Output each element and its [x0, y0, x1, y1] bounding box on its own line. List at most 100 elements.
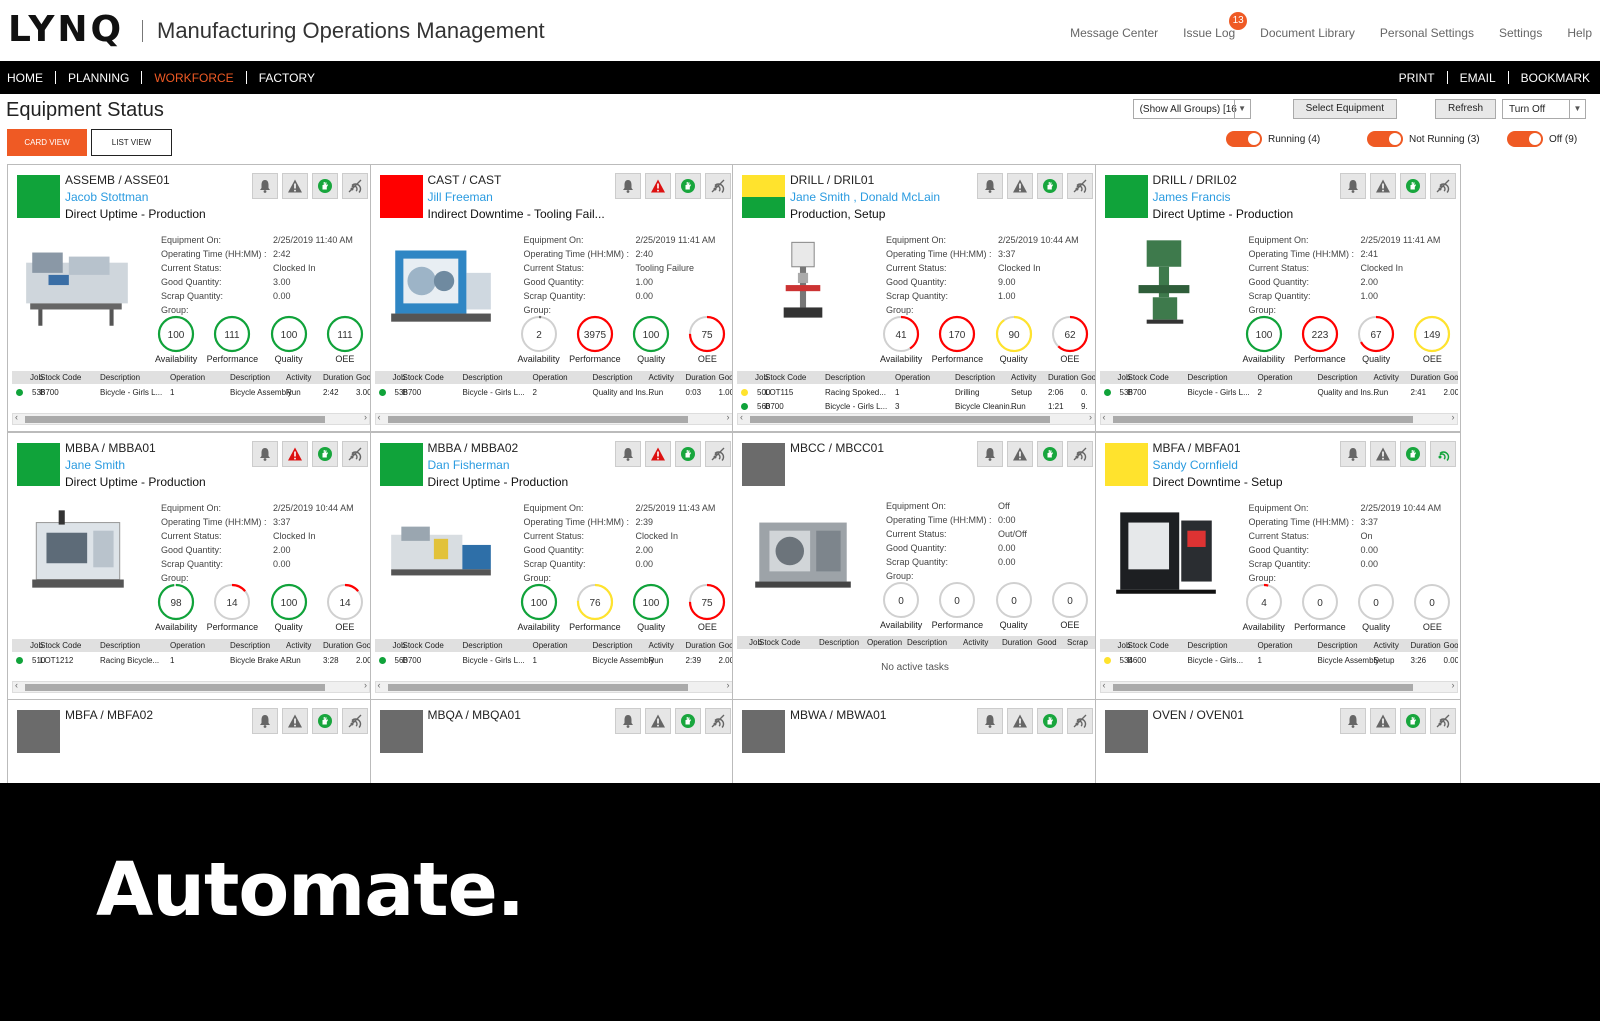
alert-button[interactable] — [282, 440, 308, 467]
refresh-button[interactable]: Refresh — [1434, 99, 1496, 119]
alert-button[interactable] — [1369, 173, 1396, 199]
equipment-card[interactable]: MBFA / MBFA01 Sandy Cornfield Direct Downt… — [1094, 431, 1461, 700]
clock-in-button[interactable] — [1399, 173, 1426, 199]
operator-link[interactable]: Jane Smith , Donald McLain — [790, 190, 940, 204]
equipment-card[interactable]: MBQA / MBQA01Equipment On:Off — [369, 699, 736, 783]
scroll-left-icon[interactable]: ‹ — [15, 412, 18, 422]
scroll-left-icon[interactable]: ‹ — [15, 680, 18, 690]
email-link[interactable]: EMAIL — [1460, 71, 1496, 85]
task-row[interactable]: 538 B700 Bicycle - Girls L... 2 Quality and … — [1100, 386, 1458, 400]
task-row[interactable]: 560 B700 Bicycle - Girls L... 3 Bicycle Clea… — [737, 400, 1095, 414]
signal-button[interactable] — [342, 440, 368, 467]
clock-in-button[interactable] — [1399, 708, 1426, 734]
equipment-card[interactable]: ASSEMB / ASSE01 Jacob Stottman Direct Upti… — [7, 164, 373, 432]
alert-button[interactable] — [1369, 708, 1396, 734]
operator-link[interactable]: Jacob Stottman — [65, 190, 148, 204]
brand-logo[interactable]: LYNQ — [8, 8, 124, 52]
scrollbar-thumb[interactable] — [387, 416, 688, 423]
task-row[interactable]: 538 B700 Bicycle - Girls L... 1 Bicycle Asse… — [12, 386, 370, 400]
clock-in-button[interactable] — [674, 708, 701, 734]
notify-button[interactable] — [252, 708, 278, 734]
horizontal-scrollbar[interactable]: ‹ › — [12, 412, 370, 425]
signal-button[interactable] — [704, 708, 731, 734]
signal-button[interactable] — [704, 173, 731, 199]
equipment-card[interactable]: MBCC / MBCC01 Equipment On: Off Operating T… — [732, 431, 1098, 700]
alert-button[interactable] — [1007, 708, 1033, 734]
scroll-right-icon[interactable]: › — [364, 680, 367, 690]
issue-log-link[interactable]: Issue Log 13 — [1183, 12, 1248, 40]
running-filter[interactable]: Running (4) — [1226, 131, 1320, 147]
notify-button[interactable] — [977, 440, 1003, 467]
card-view-button[interactable]: CARD VIEW — [7, 129, 87, 156]
notify-button[interactable] — [1339, 173, 1366, 199]
turn-off-select[interactable]: Turn Off ▼ — [1502, 99, 1586, 119]
clock-in-button[interactable] — [1037, 440, 1063, 467]
off-filter[interactable]: Off (9) — [1507, 131, 1577, 147]
scroll-left-icon[interactable]: ‹ — [1103, 412, 1106, 422]
equipment-title[interactable]: DRILL / DRIL01 — [790, 173, 874, 187]
clock-in-button[interactable] — [312, 173, 338, 199]
off-toggle[interactable] — [1507, 131, 1543, 147]
horizontal-scrollbar[interactable]: ‹ › — [1099, 412, 1458, 425]
signal-button[interactable] — [704, 440, 731, 467]
equipment-title[interactable]: MBQA / MBQA01 — [428, 708, 521, 722]
equipment-card[interactable]: MBFA / MBFA02Equipment On:Off — [7, 699, 373, 783]
clock-in-button[interactable] — [1399, 440, 1426, 467]
signal-button[interactable] — [1429, 708, 1456, 734]
scroll-right-icon[interactable]: › — [1452, 680, 1455, 690]
horizontal-scrollbar[interactable]: ‹ › — [737, 412, 1095, 425]
scrollbar-thumb[interactable] — [1112, 683, 1413, 691]
clock-in-button[interactable] — [1037, 173, 1063, 199]
notify-button[interactable] — [252, 440, 278, 467]
alert-button[interactable] — [1369, 440, 1396, 467]
clock-in-button[interactable] — [312, 440, 338, 467]
operator-link[interactable]: Jill Freeman — [428, 190, 493, 204]
equipment-card[interactable]: MBWA / MBWA01Equipment On:Off — [732, 699, 1098, 783]
notify-button[interactable] — [977, 708, 1003, 734]
scroll-right-icon[interactable]: › — [1452, 412, 1455, 422]
equipment-card[interactable]: OVEN / OVEN01Equipment On:Off — [1094, 699, 1461, 783]
personal-settings-link[interactable]: Personal Settings — [1380, 26, 1474, 40]
message-center-link[interactable]: Message Center — [1070, 26, 1158, 40]
scrollbar-thumb[interactable] — [1112, 416, 1413, 423]
scrollbar-thumb[interactable] — [387, 683, 688, 691]
horizontal-scrollbar[interactable]: ‹ › — [12, 680, 370, 693]
task-row[interactable]: 510 LOT1212 Racing Bicycle... 1 Bicycle Brak… — [12, 654, 370, 668]
running-toggle[interactable] — [1226, 131, 1262, 147]
scroll-right-icon[interactable]: › — [1089, 412, 1092, 422]
notify-button[interactable] — [977, 173, 1003, 199]
scroll-left-icon[interactable]: ‹ — [1103, 680, 1106, 690]
equipment-title[interactable]: DRILL / DRIL02 — [1153, 173, 1237, 187]
nav-workforce[interactable]: WORKFORCE — [154, 71, 233, 85]
nav-home[interactable]: HOME — [7, 71, 43, 85]
signal-button[interactable] — [1429, 440, 1456, 467]
equipment-card[interactable]: DRILL / DRIL02 James Francis Direct Uptime… — [1094, 164, 1461, 432]
signal-button[interactable] — [342, 708, 368, 734]
equipment-title[interactable]: MBFA / MBFA02 — [65, 708, 153, 722]
equipment-title[interactable]: CAST / CAST — [428, 173, 502, 187]
scroll-left-icon[interactable]: ‹ — [378, 680, 381, 690]
clock-in-button[interactable] — [1037, 708, 1063, 734]
notify-button[interactable] — [252, 173, 278, 199]
help-link[interactable]: Help — [1567, 26, 1592, 40]
clock-in-button[interactable] — [674, 173, 701, 199]
equipment-title[interactable]: MBBA / MBBA01 — [65, 441, 156, 455]
clock-in-button[interactable] — [312, 708, 338, 734]
task-row[interactable]: 538 B700 Bicycle - Girls L... 2 Quality and … — [375, 386, 733, 400]
signal-button[interactable] — [1429, 173, 1456, 199]
notify-button[interactable] — [614, 440, 641, 467]
signal-button[interactable] — [1067, 173, 1093, 199]
group-select[interactable]: (Show All Groups) [16 ▼ — [1132, 99, 1251, 119]
operator-link[interactable]: Jane Smith — [65, 458, 125, 472]
document-library-link[interactable]: Document Library — [1260, 26, 1355, 40]
alert-button[interactable] — [644, 440, 671, 467]
alert-button[interactable] — [644, 173, 671, 199]
equipment-title[interactable]: MBBA / MBBA02 — [428, 441, 519, 455]
equipment-card[interactable]: DRILL / DRIL01 Jane Smith , Donald McLain… — [732, 164, 1098, 432]
equipment-title[interactable]: OVEN / OVEN01 — [1153, 708, 1244, 722]
bookmark-link[interactable]: BOOKMARK — [1521, 71, 1590, 85]
signal-button[interactable] — [1067, 708, 1093, 734]
alert-button[interactable] — [1007, 173, 1033, 199]
nav-factory[interactable]: FACTORY — [259, 71, 315, 85]
notify-button[interactable] — [614, 708, 641, 734]
